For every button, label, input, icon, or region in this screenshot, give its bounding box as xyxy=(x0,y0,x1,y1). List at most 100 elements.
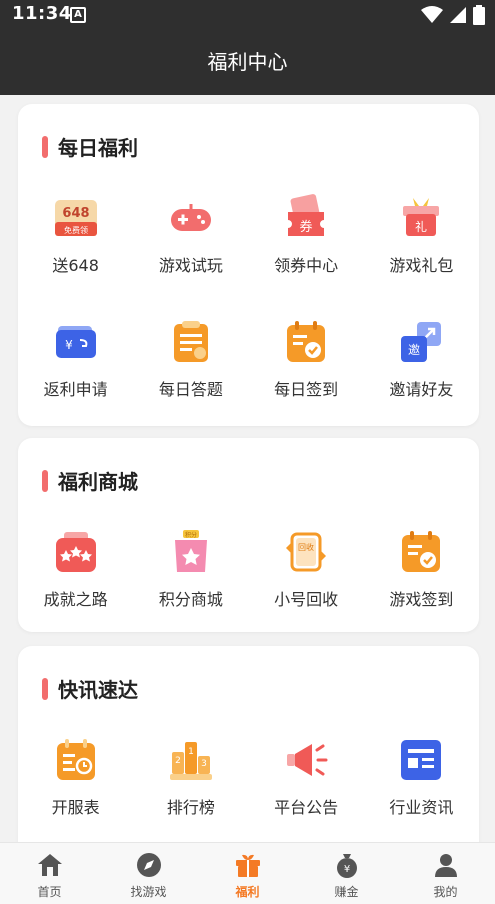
grid-item-label: 成就之路 xyxy=(43,590,108,609)
status-time: 11:34 xyxy=(12,3,72,24)
grid-item-platform-notice[interactable]: 平台公告 xyxy=(249,724,364,842)
grid-item-coupon-center[interactable]: 券 领券中心 xyxy=(249,182,364,306)
compass-icon xyxy=(136,853,161,877)
grid-item-game-trial[interactable]: 游戏试玩 xyxy=(133,182,248,306)
grid-item-ranking[interactable]: 1 2 3 排行榜 xyxy=(133,724,248,842)
tab-find-games[interactable]: 找游戏 xyxy=(99,843,198,904)
status-bar: 11:34 A xyxy=(0,0,495,30)
battery-icon xyxy=(473,5,485,25)
svg-text:¥: ¥ xyxy=(343,864,349,875)
calendar-check-icon xyxy=(287,321,326,362)
grid-item-label: 返利申请 xyxy=(43,380,108,399)
quiz-clipboard-icon xyxy=(173,321,208,362)
grid-item-label: 行业资讯 xyxy=(389,798,454,817)
grid-item-label: 积分商城 xyxy=(158,590,223,609)
grid-item-label: 游戏签到 xyxy=(389,590,454,609)
grid-item-label: 排行榜 xyxy=(166,798,215,817)
bottom-tab-bar: 首页 找游戏 福利 ¥ 赚金 我的 xyxy=(0,842,495,904)
grid-item-label: 邀请好友 xyxy=(389,380,454,399)
wifi-icon xyxy=(421,6,443,23)
achievement-stars-icon xyxy=(55,532,96,572)
invite-icon: 邀 xyxy=(401,322,442,362)
recycle-icon: 回收 xyxy=(286,532,327,572)
section-header: 快讯速达 xyxy=(42,674,138,703)
section-grid: 648 免费领 送648 游戏试玩 券 领券中心 礼 游戏礼包 ¥ 返利申请 每… xyxy=(18,182,479,430)
section-accent-bar xyxy=(42,469,48,492)
game-checkin-icon xyxy=(402,531,441,572)
gift-icon xyxy=(235,854,260,877)
page-title: 福利中心 xyxy=(207,50,288,74)
grid-item-label: 小号回收 xyxy=(274,590,339,609)
tab-earn-money[interactable]: ¥ 赚金 xyxy=(297,843,396,904)
grid-item-achievement-road[interactable]: 成就之路 xyxy=(18,516,133,640)
svg-text:积分: 积分 xyxy=(185,531,197,539)
grid-item-points-mall[interactable]: 积分 积分商城 xyxy=(133,516,248,640)
money-bag-icon: ¥ xyxy=(336,854,357,878)
svg-text:回收: 回收 xyxy=(298,542,314,552)
svg-text:邀: 邀 xyxy=(408,342,420,357)
gamepad-icon xyxy=(170,204,211,231)
signal-icon xyxy=(450,7,466,23)
ticket-icon: 券 xyxy=(288,194,325,236)
section-title: 每日福利 xyxy=(58,136,138,160)
notification-a-icon: A xyxy=(70,7,86,23)
section-grid: 成就之路 积分 积分商城 回收 小号回收 游戏签到 xyxy=(18,516,479,640)
tab-home[interactable]: 首页 xyxy=(0,843,99,904)
grid-item-label: 每日签到 xyxy=(274,380,339,399)
tab-label: 我的 xyxy=(433,885,458,899)
section-header: 每日福利 xyxy=(42,132,138,161)
grid-item-label: 游戏试玩 xyxy=(158,256,223,275)
tab-mine[interactable]: 我的 xyxy=(396,843,495,904)
tab-label: 福利 xyxy=(235,885,260,899)
section-news-express: 快讯速达 开服表 1 2 3 排行榜 平台公告 行业资讯 xyxy=(18,646,479,842)
section-accent-bar xyxy=(42,135,48,158)
grid-item-rebate-apply[interactable]: ¥ 返利申请 xyxy=(18,306,133,430)
user-icon xyxy=(434,854,457,877)
section-title: 福利商城 xyxy=(58,470,138,494)
grid-item-label: 平台公告 xyxy=(274,798,339,817)
tab-benefits[interactable]: 福利 xyxy=(198,843,297,904)
grid-item-industry-news[interactable]: 行业资讯 xyxy=(364,724,479,842)
coupon-648-icon: 648 免费领 xyxy=(54,200,97,236)
svg-text:2: 2 xyxy=(175,756,181,766)
grid-item-invite-friends[interactable]: 邀 邀请好友 xyxy=(364,306,479,430)
gift-box-icon: 礼 xyxy=(403,198,440,236)
grid-item-label: 开服表 xyxy=(51,798,100,817)
wallet-rebate-icon: ¥ xyxy=(55,326,96,358)
section-grid: 开服表 1 2 3 排行榜 平台公告 行业资讯 xyxy=(18,724,479,842)
section-accent-bar xyxy=(42,677,48,700)
grid-item-daily-checkin[interactable]: 每日签到 xyxy=(249,306,364,430)
section-header: 福利商城 xyxy=(42,466,138,495)
title-bar: 福利中心 xyxy=(0,30,495,95)
svg-text:1: 1 xyxy=(188,747,194,757)
ranking-podium-icon: 1 2 3 xyxy=(169,742,212,780)
grid-item-label: 送648 xyxy=(52,256,99,275)
grid-item-send-648[interactable]: 648 免费领 送648 xyxy=(18,182,133,306)
scroll-content[interactable]: 每日福利 648 免费领 送648 游戏试玩 券 领券中心 礼 游戏礼包 ¥ 返… xyxy=(0,95,495,842)
svg-text:礼: 礼 xyxy=(415,219,427,234)
tab-label: 找游戏 xyxy=(130,885,167,899)
grid-item-label: 领券中心 xyxy=(274,256,339,275)
grid-item-label: 每日答题 xyxy=(158,380,223,399)
points-bag-icon: 积分 xyxy=(174,530,207,572)
grid-item-daily-quiz[interactable]: 每日答题 xyxy=(133,306,248,430)
grid-item-game-gift[interactable]: 礼 游戏礼包 xyxy=(364,182,479,306)
svg-text:648: 648 xyxy=(62,206,89,221)
section-title: 快讯速达 xyxy=(58,678,138,702)
svg-text:3: 3 xyxy=(201,759,207,769)
grid-item-game-checkin[interactable]: 游戏签到 xyxy=(364,516,479,640)
home-icon xyxy=(37,854,62,876)
tab-label: 首页 xyxy=(37,885,62,899)
svg-text:免费领: 免费领 xyxy=(64,225,88,235)
server-schedule-icon xyxy=(56,739,95,780)
tab-label: 赚金 xyxy=(334,885,359,899)
svg-text:¥: ¥ xyxy=(65,338,73,352)
svg-text:券: 券 xyxy=(300,219,313,235)
section-benefit-mall: 福利商城 成就之路 积分 积分商城 回收 小号回收 游戏签到 xyxy=(18,438,479,632)
grid-item-account-recycle[interactable]: 回收 小号回收 xyxy=(249,516,364,640)
grid-item-server-schedule[interactable]: 开服表 xyxy=(18,724,133,842)
status-right-icons xyxy=(421,5,485,25)
grid-item-label: 游戏礼包 xyxy=(389,256,454,275)
section-daily-benefits: 每日福利 648 免费领 送648 游戏试玩 券 领券中心 礼 游戏礼包 ¥ 返… xyxy=(18,104,479,426)
megaphone-icon xyxy=(287,744,328,776)
